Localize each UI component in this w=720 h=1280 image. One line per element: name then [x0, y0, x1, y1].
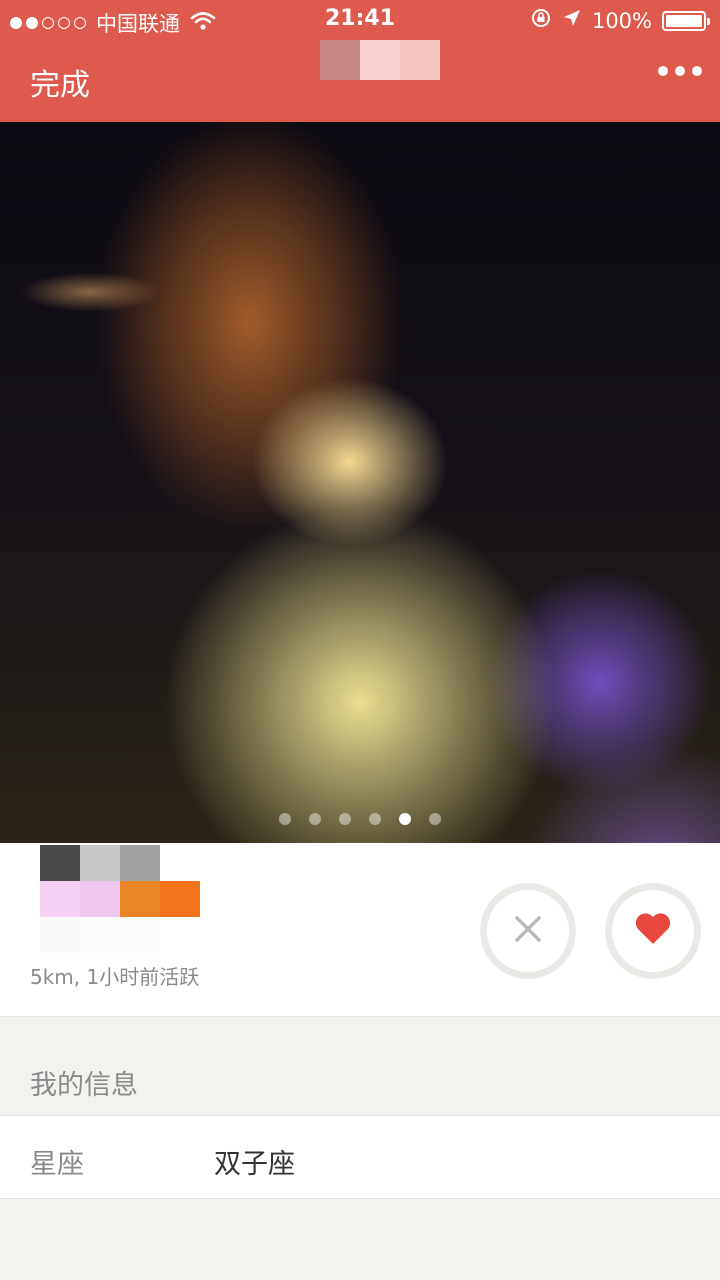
- distance-activity: 5km, 1小时前活跃: [30, 965, 200, 989]
- page-bottom: [0, 1199, 720, 1280]
- page-dot-active: [399, 813, 411, 825]
- section-title: 我的信息: [30, 1070, 138, 1101]
- heart-icon: [634, 912, 672, 950]
- page-dot: [309, 813, 321, 825]
- info-value: 双子座: [214, 1149, 295, 1180]
- background-lights: [20, 272, 160, 312]
- more-dots-icon[interactable]: [658, 66, 702, 76]
- header: 中国联通 21:41 100% 完成: [0, 0, 720, 122]
- title-mosaic: [320, 40, 440, 80]
- battery-percent: 100%: [591, 8, 652, 33]
- close-icon: [513, 914, 543, 948]
- profile-photo[interactable]: [0, 122, 720, 843]
- page-dot: [369, 813, 381, 825]
- info-key: 星座: [30, 1149, 84, 1180]
- photo-page-indicator: [0, 813, 720, 825]
- page-dot: [429, 813, 441, 825]
- page-dot: [279, 813, 291, 825]
- name-mosaic: [40, 845, 200, 961]
- info-section-header: 我的信息: [0, 1017, 720, 1115]
- done-button[interactable]: 完成: [30, 60, 90, 104]
- pass-button[interactable]: [480, 883, 576, 979]
- info-row-zodiac: 星座 双子座: [0, 1115, 720, 1199]
- profile-card: 5km, 1小时前活跃: [0, 843, 720, 1017]
- status-right: 100%: [530, 7, 710, 34]
- location-arrow-icon: [562, 8, 582, 33]
- battery-icon: [662, 10, 710, 31]
- page-dot: [339, 813, 351, 825]
- orientation-lock-icon: [530, 7, 552, 34]
- like-button[interactable]: [605, 883, 701, 979]
- status-bar: 中国联通 21:41 100%: [0, 0, 720, 40]
